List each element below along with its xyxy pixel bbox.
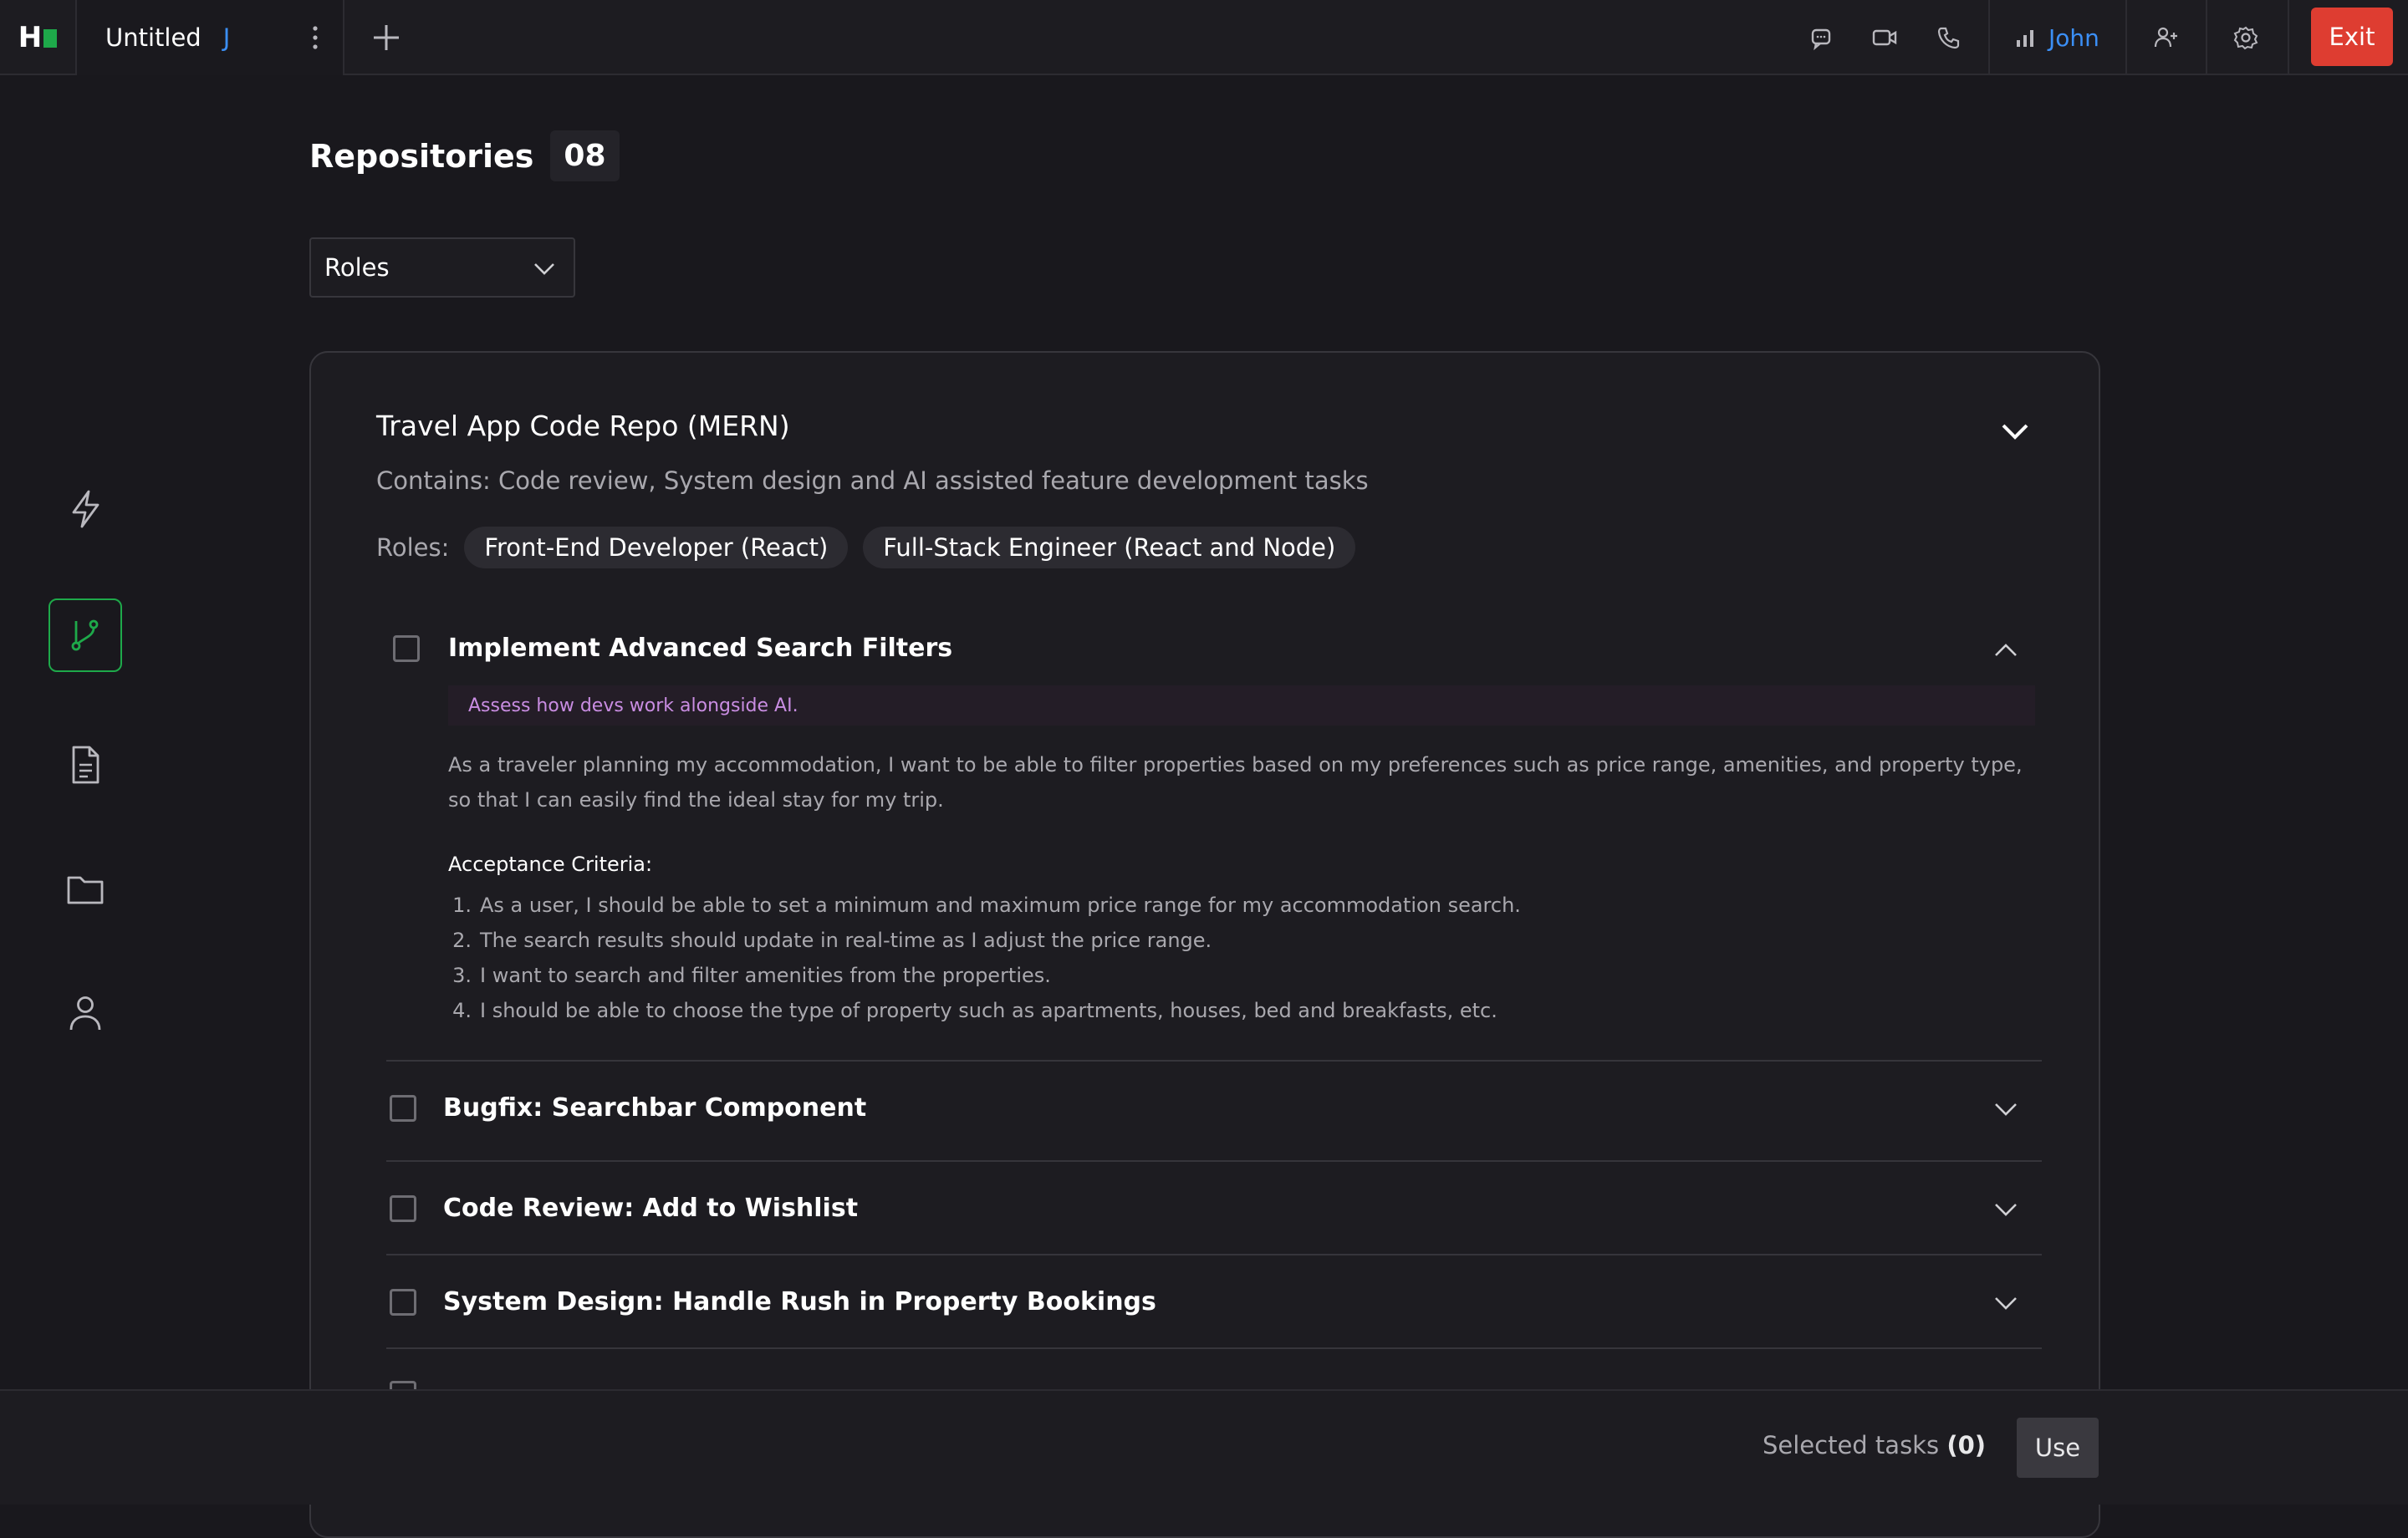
- criteria-item: 1. As a user, I should be able to set a m…: [452, 894, 1521, 917]
- role-chip: Full-Stack Engineer (React and Node): [863, 527, 1356, 568]
- video-icon[interactable]: [1868, 21, 1901, 54]
- chevron-down-icon[interactable]: [1992, 1289, 2020, 1317]
- chat-icon[interactable]: [1804, 21, 1838, 54]
- repository-description: Contains: Code review, System design and…: [376, 466, 1369, 495]
- chevron-up-icon[interactable]: [1992, 635, 2020, 664]
- task-title[interactable]: Code Review: Add to Wishlist: [443, 1194, 858, 1223]
- logo-letter: H: [18, 21, 43, 54]
- ai-assessment-note: Assess how devs work alongside AI.: [448, 685, 2035, 726]
- separator: [2206, 0, 2207, 75]
- user-menu[interactable]: John: [2015, 0, 2099, 75]
- criteria-item: 3. I want to search and filter amenities …: [452, 964, 1051, 987]
- task-checkbox[interactable]: [390, 1195, 416, 1222]
- separator: [1988, 0, 1990, 75]
- page-title: Repositories: [309, 137, 534, 175]
- tab-title: Untitled: [105, 23, 202, 52]
- sidebar-item-quick[interactable]: [48, 472, 122, 546]
- sidebar-item-profile[interactable]: [48, 976, 122, 1050]
- top-bar: H Untitled J John Exit: [0, 0, 2408, 75]
- use-button[interactable]: Use: [2017, 1418, 2099, 1478]
- selected-tasks-counter: Selected tasks (0): [1763, 1431, 1986, 1459]
- criteria-item: 4. I should be able to choose the type of…: [452, 999, 1497, 1022]
- task-title[interactable]: System Design: Handle Rush in Property B…: [443, 1287, 1156, 1316]
- tab-initial: J: [222, 23, 231, 52]
- logo-mark: [43, 29, 58, 48]
- folder-icon: [67, 876, 104, 904]
- task-checkbox[interactable]: [390, 1095, 416, 1122]
- tab-untitled[interactable]: Untitled J: [77, 0, 344, 75]
- chevron-down-icon[interactable]: [1997, 413, 2033, 450]
- document-icon: [72, 746, 99, 784]
- roles-dropdown[interactable]: Roles: [309, 237, 575, 298]
- sidebar-item-repositories[interactable]: [48, 598, 122, 672]
- sidebar-item-folders[interactable]: [48, 853, 122, 926]
- signal-icon: [2017, 30, 2033, 47]
- app-logo[interactable]: H: [0, 0, 77, 75]
- lightning-icon: [72, 490, 99, 528]
- add-tab-icon[interactable]: [368, 18, 405, 57]
- selected-tasks-count: (0): [1946, 1431, 1986, 1459]
- chevron-down-icon: [534, 263, 554, 275]
- exit-button[interactable]: Exit: [2311, 8, 2393, 66]
- task-checkbox[interactable]: [393, 635, 420, 662]
- task-user-story: As a traveler planning my accommodation,…: [448, 753, 2023, 812]
- task-checkbox[interactable]: [390, 1289, 416, 1316]
- repository-roles: Roles: Front-End Developer (React) Full-…: [376, 527, 1356, 568]
- add-user-icon[interactable]: [2149, 21, 2182, 54]
- user-name: John: [2048, 23, 2099, 52]
- task-title[interactable]: Implement Advanced Search Filters: [448, 634, 952, 663]
- roles-label: Roles:: [376, 533, 450, 562]
- more-vertical-icon[interactable]: [311, 25, 319, 50]
- acceptance-criteria-heading: Acceptance Criteria:: [448, 853, 653, 876]
- acceptance-criteria-list: 1. As a user, I should be able to set a m…: [448, 888, 1521, 1028]
- chevron-down-icon[interactable]: [1992, 1095, 2020, 1123]
- separator: [2125, 0, 2127, 75]
- repository-count-badge: 08: [550, 130, 620, 181]
- selected-tasks-label: Selected tasks: [1763, 1431, 1940, 1459]
- chevron-down-icon[interactable]: [1992, 1195, 2020, 1224]
- settings-icon[interactable]: [2229, 21, 2263, 54]
- sidebar-item-documents[interactable]: [48, 728, 122, 802]
- separator: [2288, 0, 2289, 75]
- task-title[interactable]: Bugfix: Searchbar Component: [443, 1093, 866, 1123]
- git-branch-icon: [71, 619, 99, 651]
- role-chip: Front-End Developer (React): [464, 527, 849, 568]
- repository-title: Travel App Code Repo (MERN): [376, 410, 790, 442]
- page-header: Repositories 08: [309, 130, 620, 181]
- user-icon: [69, 996, 101, 1031]
- roles-dropdown-value: Roles: [324, 253, 390, 282]
- criteria-item: 2. The search results should update in re…: [452, 929, 1212, 952]
- phone-icon[interactable]: [1931, 21, 1965, 54]
